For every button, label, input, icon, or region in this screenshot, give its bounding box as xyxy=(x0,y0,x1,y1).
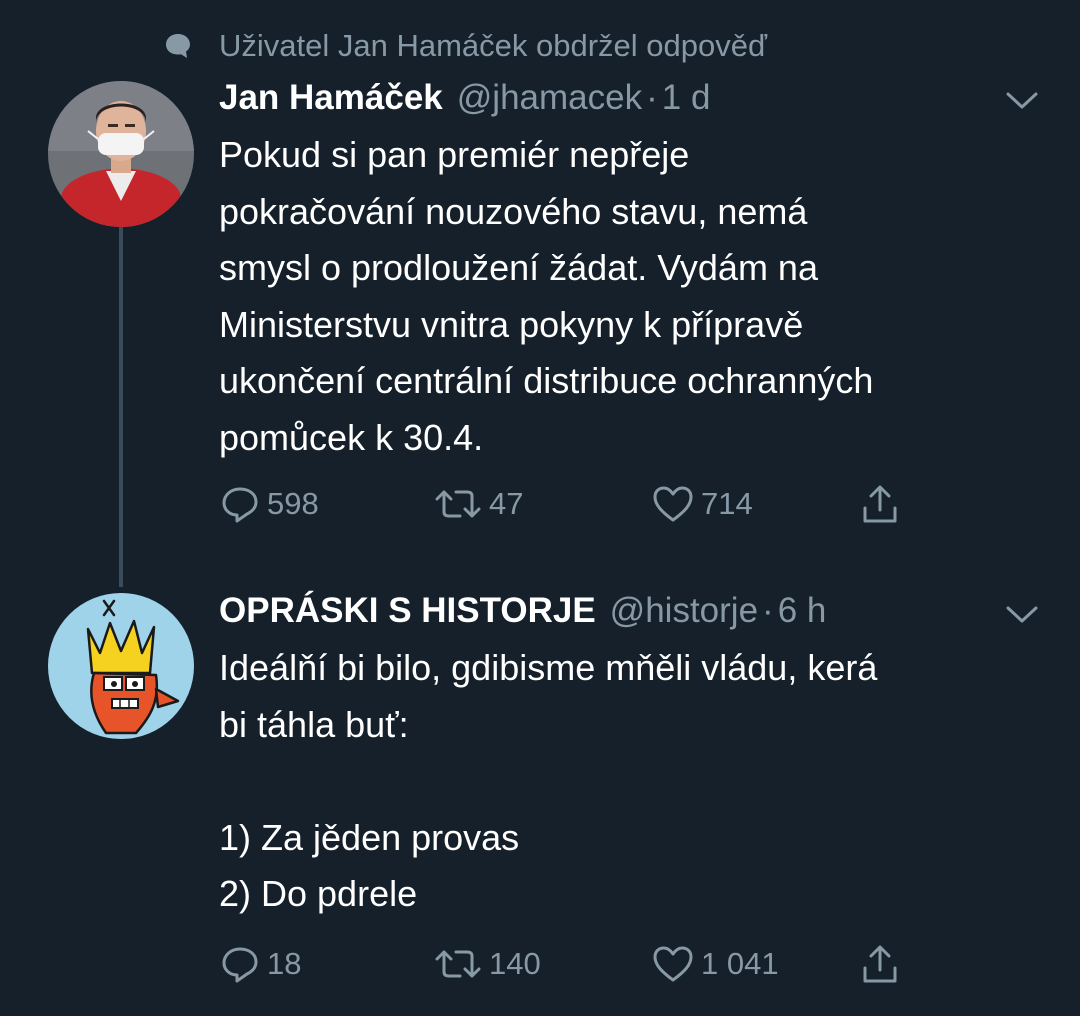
heart-icon xyxy=(651,943,695,985)
retweet-count: 47 xyxy=(489,486,524,521)
author-name[interactable]: OPRÁSKI S HISTORJE xyxy=(219,591,596,631)
avatar[interactable] xyxy=(48,593,194,739)
like-button[interactable]: 714 xyxy=(651,479,753,529)
reply-button[interactable]: 18 xyxy=(219,939,301,989)
tweet-header: OPRÁSKI S HISTORJE @historje · 6 h xyxy=(219,591,826,635)
like-button[interactable]: 1 041 xyxy=(651,939,779,989)
tweet-text: Ideálňí bi bilo, gdibisme mňěli vládu, k… xyxy=(219,647,878,914)
tweet-text: Pokud si pan premiér nepřeje pokračování… xyxy=(219,134,874,458)
avatar[interactable] xyxy=(48,81,194,227)
separator-dot: · xyxy=(762,591,774,630)
like-count: 1 041 xyxy=(701,946,779,981)
author-name[interactable]: Jan Hamáček xyxy=(219,78,443,118)
reply-button[interactable]: 598 xyxy=(219,479,319,529)
thread-connector-line xyxy=(119,227,123,587)
retweet-count: 140 xyxy=(489,946,541,981)
share-icon xyxy=(860,482,900,526)
reply-count: 18 xyxy=(267,946,302,981)
tweet-actions: 18 140 1 041 xyxy=(219,939,939,989)
author-handle[interactable]: @jhamacek xyxy=(457,78,642,118)
share-icon xyxy=(860,942,900,986)
retweet-button[interactable]: 140 xyxy=(433,939,541,989)
tweet-timestamp[interactable]: 1 d xyxy=(662,78,711,118)
like-count: 714 xyxy=(701,486,753,521)
reply-context-text: Uživatel Jan Hamáček obdržel odpověď xyxy=(219,28,768,63)
heart-icon xyxy=(651,483,695,525)
tweet-header: Jan Hamáček @jhamacek · 1 d xyxy=(219,78,710,122)
reply-icon xyxy=(219,483,261,525)
retweet-button[interactable]: 47 xyxy=(433,479,523,529)
author-handle[interactable]: @historje xyxy=(610,591,758,631)
chevron-down-icon[interactable] xyxy=(1004,603,1040,627)
tweet-actions: 598 47 714 xyxy=(219,479,939,529)
reply-icon xyxy=(219,943,261,985)
speech-bubble-icon xyxy=(163,31,193,61)
reply-count: 598 xyxy=(267,486,319,521)
tweet-timestamp[interactable]: 6 h xyxy=(778,591,827,631)
separator-dot: · xyxy=(646,78,658,117)
chevron-down-icon[interactable] xyxy=(1004,89,1040,113)
reply-context: Uživatel Jan Hamáček obdržel odpověď xyxy=(163,26,767,66)
retweet-icon xyxy=(433,943,483,985)
share-button[interactable] xyxy=(860,479,900,529)
share-button[interactable] xyxy=(860,939,900,989)
retweet-icon xyxy=(433,483,483,525)
